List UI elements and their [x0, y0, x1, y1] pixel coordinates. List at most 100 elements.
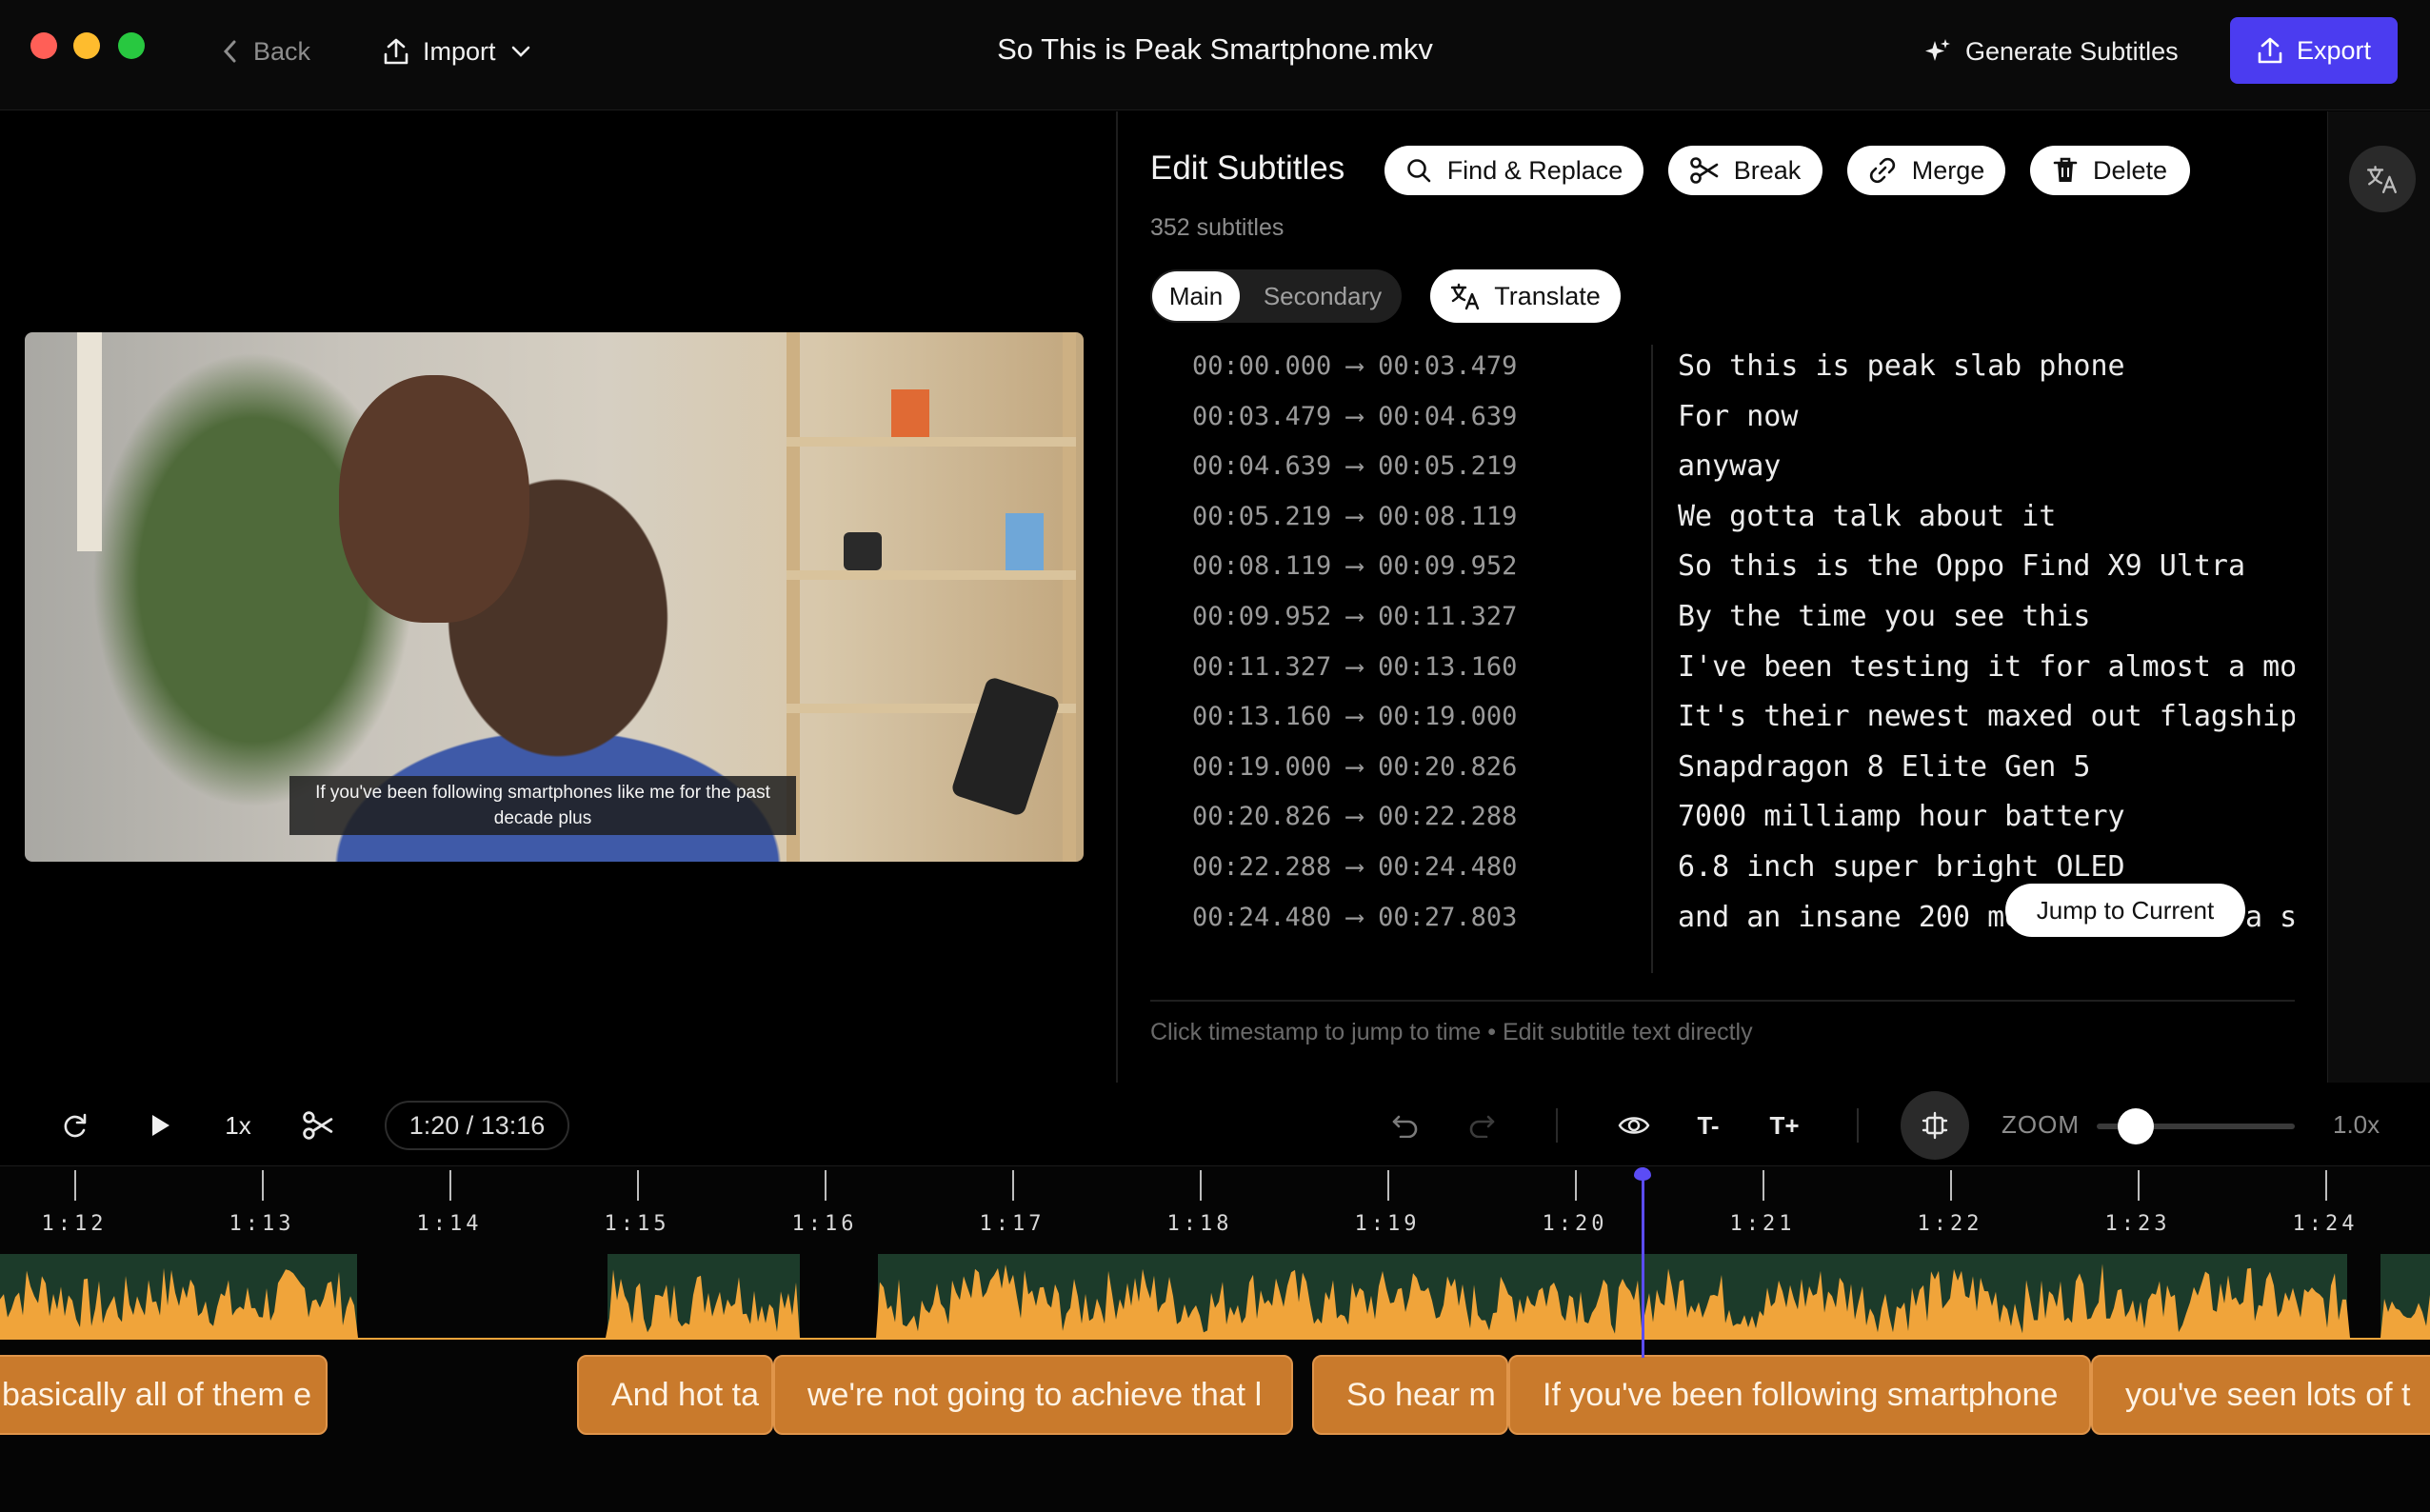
split-button[interactable]: [291, 1099, 345, 1152]
subtitle-clip[interactable]: we're not going to achieve that l: [773, 1355, 1293, 1435]
minimize-window-button[interactable]: [73, 32, 100, 59]
subtitle-text[interactable]: By the time you see this: [1678, 600, 2295, 633]
subtitle-row: 00:11.327 ⟶ 00:13.160 I've been testing …: [1150, 645, 2295, 694]
import-label: Import: [423, 36, 496, 66]
silence-gap: [2347, 1254, 2380, 1340]
subtitle-row: 00:08.119 ⟶ 00:09.952 So this is the Opp…: [1150, 544, 2295, 593]
subtitle-clip[interactable]: So hear m: [1312, 1355, 1508, 1435]
subtitle-timestamp[interactable]: 00:00.000 ⟶ 00:03.479: [1192, 351, 1517, 381]
person-head-image: [339, 375, 529, 623]
subtitle-row: 00:09.952 ⟶ 00:11.327 By the time you se…: [1150, 594, 2295, 644]
ruler-tick: [74, 1170, 76, 1201]
subtitle-clip[interactable]: basically all of them e: [0, 1355, 328, 1435]
ruler-tick-label: 1:12: [41, 1212, 108, 1236]
subtitle-text[interactable]: I've been testing it for almost a mo: [1678, 650, 2295, 684]
export-button[interactable]: Export: [2230, 17, 2398, 84]
column-divider: [1651, 345, 1653, 973]
trash-icon: [2053, 157, 2078, 182]
translate-panel-button[interactable]: [2349, 146, 2416, 212]
playhead-handle[interactable]: [1634, 1167, 1651, 1181]
import-button[interactable]: Import: [383, 30, 532, 72]
track-switch: Main Secondary: [1150, 269, 1402, 323]
subtitle-text[interactable]: Snapdragon 8 Elite Gen 5: [1678, 750, 2295, 784]
toggle-preview-button[interactable]: [1607, 1099, 1661, 1152]
back-button[interactable]: Back: [221, 32, 310, 70]
subtitle-text[interactable]: It's their newest maxed out flagship: [1678, 700, 2295, 733]
break-button[interactable]: Break: [1668, 146, 1822, 195]
export-label: Export: [2296, 35, 2372, 65]
subtitle-text[interactable]: 7000 milliamp hour battery: [1678, 800, 2295, 833]
subtitle-timestamp[interactable]: 00:19.000 ⟶ 00:20.826: [1192, 752, 1517, 782]
subtitle-timestamp[interactable]: 00:13.160 ⟶ 00:19.000: [1192, 702, 1517, 731]
zoom-slider-thumb[interactable]: [2117, 1108, 2154, 1144]
subtitle-text[interactable]: 6.8 inch super bright OLED: [1678, 850, 2295, 884]
ruler-tick: [1200, 1170, 1202, 1201]
subtitle-timestamp[interactable]: 00:03.479 ⟶ 00:04.639: [1192, 402, 1517, 431]
decrease-text-size-button[interactable]: T-: [1682, 1099, 1735, 1152]
ruler-tick: [825, 1170, 827, 1201]
ruler-tick-label: 1:19: [1354, 1212, 1421, 1236]
subtitle-text[interactable]: We gotta talk about it: [1678, 500, 2295, 533]
tab-secondary[interactable]: Secondary: [1251, 271, 1394, 321]
redo-button[interactable]: [1455, 1099, 1508, 1152]
eye-icon: [1618, 1117, 1650, 1134]
video-caption: If you've been following smartphones lik…: [289, 776, 796, 835]
subtitle-text[interactable]: For now: [1678, 400, 2295, 433]
find-replace-label: Find & Replace: [1446, 155, 1623, 185]
undo-button[interactable]: [1379, 1099, 1432, 1152]
subtitle-text[interactable]: So this is peak slab phone: [1678, 349, 2295, 383]
ruler-tick: [637, 1170, 639, 1201]
timeline[interactable]: 1:12 1:13 1:14 1:15 1:16 1:17 1:18 1:19 1:20 1:21…: [0, 1165, 2430, 1512]
subtitle-clip[interactable]: you've seen lots of t: [2091, 1355, 2430, 1435]
playback-toolbar: 1x 1:20 / 13:16 T- T+ ZOOM 1.0x: [0, 1085, 2430, 1165]
ruler-tick-label: 1:17: [979, 1212, 1046, 1236]
ruler-tick: [262, 1170, 264, 1201]
subtitle-timestamp[interactable]: 00:22.288 ⟶ 00:24.480: [1192, 852, 1517, 882]
ruler-tick-label: 1:20: [1542, 1212, 1608, 1236]
jump-to-current-button[interactable]: Jump to Current: [2005, 884, 2245, 937]
loop-button[interactable]: [48, 1099, 101, 1152]
play-icon: [152, 1115, 169, 1136]
video-panel: If you've been following smartphones lik…: [0, 111, 1116, 1083]
merge-button[interactable]: Merge: [1847, 146, 2005, 195]
ruler-tick: [449, 1170, 451, 1201]
subtitle-timestamp[interactable]: 00:08.119 ⟶ 00:09.952: [1192, 551, 1517, 581]
time-ruler[interactable]: 1:12 1:13 1:14 1:15 1:16 1:17 1:18 1:19 1:20 1:21…: [0, 1166, 2430, 1246]
playhead[interactable]: [1642, 1167, 1644, 1358]
tab-main[interactable]: Main: [1152, 271, 1240, 321]
subtitle-clip[interactable]: And hot ta: [577, 1355, 773, 1435]
subtitle-text[interactable]: So this is the Oppo Find X9 Ultra: [1678, 549, 2295, 583]
subtitle-timestamp[interactable]: 00:09.952 ⟶ 00:11.327: [1192, 602, 1517, 631]
zoom-window-button[interactable]: [118, 32, 145, 59]
subtitle-timestamp[interactable]: 00:04.639 ⟶ 00:05.219: [1192, 451, 1517, 481]
find-replace-button[interactable]: Find & Replace: [1384, 146, 1643, 195]
subtitle-row: 00:00.000 ⟶ 00:03.479 So this is peak sl…: [1150, 344, 2295, 393]
translate-button[interactable]: Translate: [1430, 269, 1621, 323]
chevron-left-icon: [223, 40, 236, 63]
ruler-tick-label: 1:22: [1917, 1212, 1983, 1236]
subtitle-timestamp[interactable]: 00:20.826 ⟶ 00:22.288: [1192, 802, 1517, 831]
shelf-post: [1063, 332, 1076, 862]
subtitle-clip[interactable]: If you've been following smartphone: [1508, 1355, 2091, 1435]
list-divider: [1150, 1000, 2295, 1002]
snap-icon: [1922, 1111, 1948, 1140]
play-button[interactable]: [133, 1099, 187, 1152]
subtitle-timestamp[interactable]: 00:24.480 ⟶ 00:27.803: [1192, 903, 1517, 932]
subtitle-text[interactable]: anyway: [1678, 449, 2295, 483]
ruler-tick: [2325, 1170, 2327, 1201]
playback-speed-button[interactable]: 1x: [211, 1099, 265, 1152]
ruler-tick: [1387, 1170, 1389, 1201]
window-light-image: [77, 332, 102, 551]
delete-button[interactable]: Delete: [2030, 146, 2190, 195]
subtitle-timestamp[interactable]: 00:11.327 ⟶ 00:13.160: [1192, 652, 1517, 682]
increase-text-size-button[interactable]: T+: [1758, 1099, 1811, 1152]
video-preview[interactable]: If you've been following smartphones lik…: [25, 332, 1084, 862]
ruler-tick: [1575, 1170, 1577, 1201]
audio-waveform[interactable]: [0, 1254, 2430, 1340]
subtitle-timestamp[interactable]: 00:05.219 ⟶ 00:08.119: [1192, 502, 1517, 531]
ruler-tick: [1950, 1170, 1952, 1201]
generate-subtitles-button[interactable]: Generate Subtitles: [1923, 30, 2179, 72]
snap-to-playhead-button[interactable]: [1901, 1091, 1969, 1160]
subtitle-track: basically all of them e And hot ta we're…: [0, 1343, 2430, 1448]
close-window-button[interactable]: [30, 32, 57, 59]
